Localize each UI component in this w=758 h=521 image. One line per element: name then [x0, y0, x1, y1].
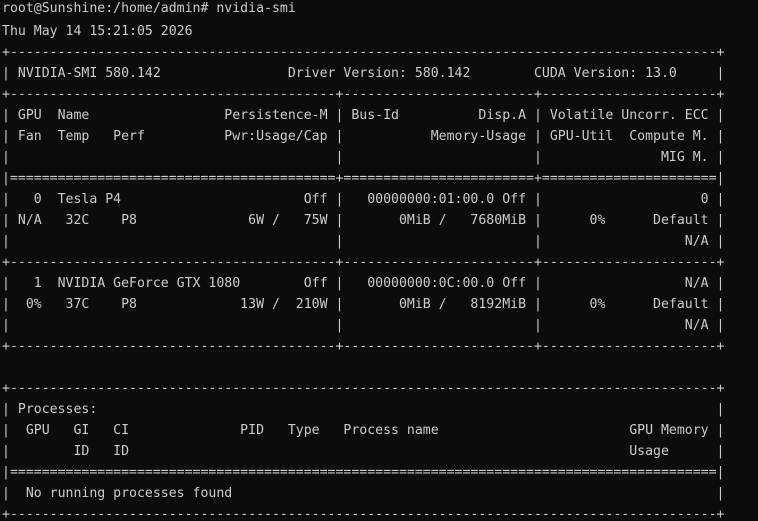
output-line-gpu0-row2: | N/A 32C P8 6W / 75W | 0MiB / 7680MiB |… — [2, 213, 725, 228]
output-line-header-1: | GPU Name Persistence-M | Bus-Id Disp.A… — [2, 108, 725, 123]
output-line-header-2: | Fan Temp Perf Pwr:Usage/Cap | Memory-U… — [2, 129, 725, 144]
output-line-processes-title: | Processes: | — [2, 402, 725, 417]
output-line-timestamp: Thu May 14 15:21:05 2026 — [2, 24, 193, 39]
output-line-processes-header-1: | GPU GI CI PID Type Process name GPU Me… — [2, 423, 725, 438]
terminal-window[interactable]: root@Sunshine:/home/admin# nvidia-smi Th… — [0, 0, 758, 521]
output-line-gpu1-row1: | 1 NVIDIA GeForce GTX 1080 Off | 000000… — [2, 276, 725, 291]
output-line-processes-separator: |=======================================… — [2, 465, 725, 480]
output-line-blank — [0, 357, 758, 378]
output-line-gpu0-row1: | 0 Tesla P4 Off | 00000000:01:00.0 Off … — [2, 192, 725, 207]
output-line-version-info: | NVIDIA-SMI 580.142 Driver Version: 580… — [2, 66, 725, 81]
output-line-gpu0-row3: | | | N/A | — [2, 234, 725, 249]
output-line-processes-border-top: +---------------------------------------… — [2, 381, 725, 396]
output-line-border: +---------------------------------------… — [2, 339, 725, 354]
output-line-border-top: +---------------------------------------… — [2, 45, 725, 60]
output-line-header-3: | | | MIG M. | — [2, 150, 725, 165]
output-line-gpu1-row3: | | | N/A | — [2, 318, 725, 333]
output-line-border: +---------------------------------------… — [2, 87, 725, 102]
output-line-processes-border-bottom: +---------------------------------------… — [2, 507, 725, 521]
output-line-processes-header-2: | ID ID Usage | — [2, 444, 725, 459]
output-line-header-separator: |=======================================… — [2, 171, 725, 186]
output-line-gpu1-row2: | 0% 37C P8 13W / 210W | 0MiB / 8192MiB … — [2, 297, 725, 312]
output-line-border: +---------------------------------------… — [2, 255, 725, 270]
output-line-no-processes: | No running processes found | — [2, 486, 725, 501]
command-prompt: root@Sunshine:/home/admin# nvidia-smi — [2, 1, 296, 16]
